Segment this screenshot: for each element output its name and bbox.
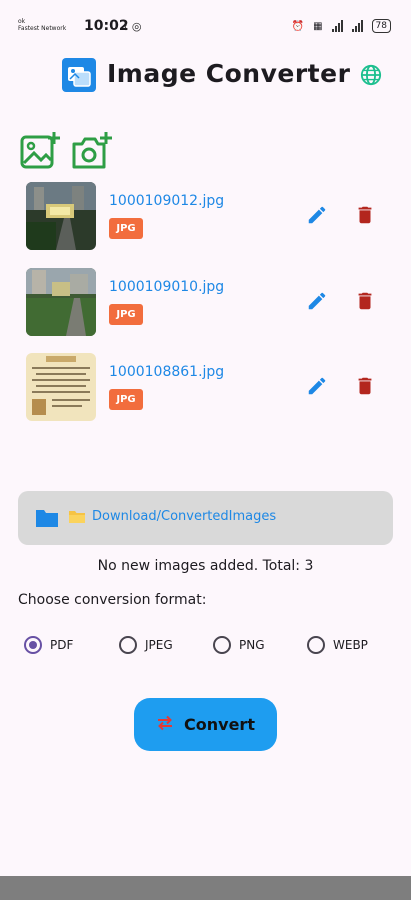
edit-icon[interactable] [306,375,328,401]
status-bar: ok Fastest Network 10:02 ⌇ ◎ ⏰ ▦ 78 [0,0,411,44]
radio-icon[interactable] [307,636,325,654]
app-title: Image Converter [107,59,351,88]
radio-icon[interactable] [213,636,231,654]
format-prompt: Choose conversion format: [18,592,207,608]
file-type-badge: JPG [109,389,143,410]
signal-icon [331,20,343,32]
status-message: No new images added. Total: 3 [97,558,314,574]
radio-icon[interactable] [119,636,137,654]
delete-icon[interactable] [354,375,376,401]
file-name[interactable]: 1000109012.jpg [109,193,224,209]
format-radio-group: PDF JPEG PNG WEBP [24,636,394,662]
battery-icon: 78 [371,19,391,33]
add-photo-icon[interactable] [20,130,62,174]
folder-emoji-icon [68,509,86,528]
format-label: WEBP [333,638,368,652]
status-time: 10:02 [84,18,129,34]
file-name[interactable]: 1000108861.jpg [109,364,224,380]
image-thumbnail [26,353,96,421]
app-logo-icon [62,58,96,92]
image-thumbnail [26,268,96,336]
system-nav-bar [0,876,411,900]
add-camera-icon[interactable] [70,130,114,174]
list-item: 1000108861.jpg JPG [26,353,386,423]
format-option-webp[interactable]: WEBP [307,636,368,654]
delete-icon[interactable] [354,204,376,230]
convert-label: Convert [184,715,255,734]
file-type-badge: JPG [109,218,143,239]
carrier-indicator: ok [18,18,26,25]
notification-icons: ⌇ ◎ [123,20,142,33]
file-type-badge: JPG [109,304,143,325]
swap-icon [156,715,174,735]
convert-button[interactable]: Convert [134,698,277,751]
format-label: PDF [50,638,74,652]
carrier-name: Fastest Network [18,25,67,32]
folder-path: Download/ConvertedImages [92,509,277,524]
file-name[interactable]: 1000109010.jpg [109,279,224,295]
format-label: PNG [239,638,265,652]
output-folder-selector[interactable]: Download/ConvertedImages [18,491,393,545]
folder-icon [34,507,60,533]
format-option-png[interactable]: PNG [213,636,265,654]
alarm-icon: ⏰ [291,20,305,32]
format-option-pdf[interactable]: PDF [24,636,73,654]
list-item: 1000109012.jpg JPG [26,182,386,252]
signal-icon-2 [351,20,363,32]
format-option-jpeg[interactable]: JPEG [119,636,173,654]
add-image-actions [20,130,114,174]
edit-icon[interactable] [306,204,328,230]
radio-selected-icon[interactable] [24,636,42,654]
edit-icon[interactable] [306,290,328,316]
delete-icon[interactable] [354,290,376,316]
format-label: JPEG [145,638,173,652]
list-item: 1000109010.jpg JPG [26,268,386,338]
network-speed-icon: ▦ [313,20,323,32]
status-right: ⏰ ▦ 78 [292,19,391,33]
app-bar: Image Converter [0,56,411,96]
globe-icon[interactable] [360,64,382,90]
image-thumbnail [26,182,96,250]
